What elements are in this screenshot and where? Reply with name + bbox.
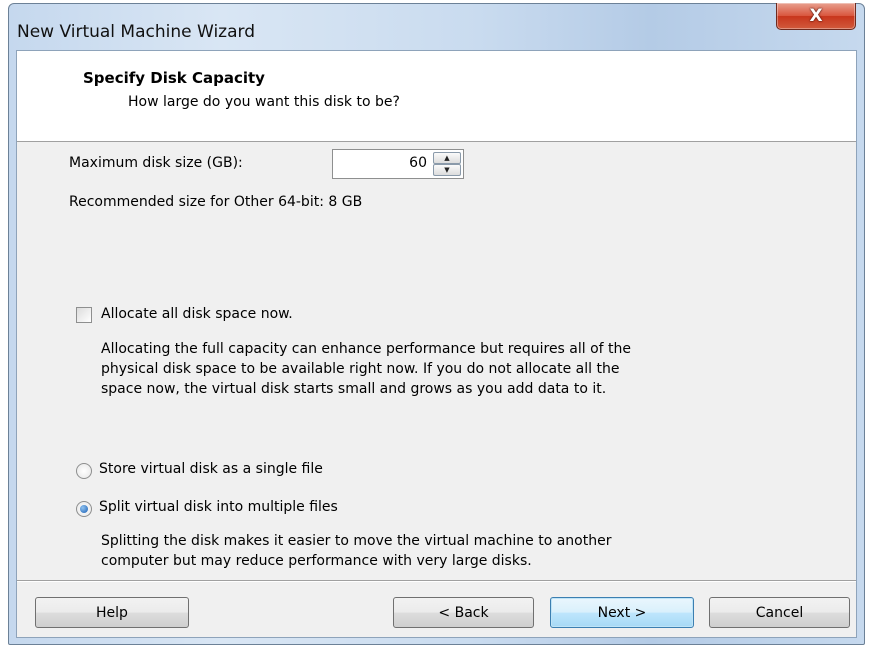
page-subtitle: How large do you want this disk to be? xyxy=(128,94,400,110)
disk-size-label: Maximum disk size (GB): xyxy=(69,155,243,171)
wizard-header: Specify Disk Capacity How large do you w… xyxy=(17,51,856,142)
cancel-button[interactable]: Cancel xyxy=(709,597,850,628)
recommended-size-text: Recommended size for Other 64-bit: 8 GB xyxy=(69,194,363,210)
back-button[interactable]: < Back xyxy=(393,597,534,628)
radio-selected-dot xyxy=(80,505,88,513)
stepper-up-icon[interactable]: ▲ xyxy=(433,152,461,164)
radio-multiple-files-label[interactable]: Split virtual disk into multiple files xyxy=(99,499,338,515)
close-icon: X xyxy=(809,6,823,26)
close-button[interactable]: X xyxy=(776,3,856,30)
page-title: Specify Disk Capacity xyxy=(83,69,265,87)
title-bar[interactable]: New Virtual Machine Wizard X xyxy=(9,3,864,50)
dialog-client-area: Specify Disk Capacity How large do you w… xyxy=(16,50,857,638)
footer-divider xyxy=(17,580,856,582)
allocate-description: Allocating the full capacity can enhance… xyxy=(101,341,632,397)
disk-size-value[interactable]: 60 xyxy=(409,155,427,171)
wizard-window: New Virtual Machine Wizard X Specify Dis… xyxy=(8,3,865,645)
window-title: New Virtual Machine Wizard xyxy=(17,22,255,42)
stepper-down-icon[interactable]: ▼ xyxy=(433,164,461,176)
stepper-arrows: ▲ ▼ xyxy=(433,152,461,176)
split-description: Splitting the disk makes it easier to mo… xyxy=(101,533,612,569)
help-button[interactable]: Help xyxy=(35,597,189,628)
radio-single-file[interactable] xyxy=(76,463,92,479)
disk-size-stepper[interactable]: 60 ▲ ▼ xyxy=(332,149,464,179)
radio-single-file-label[interactable]: Store virtual disk as a single file xyxy=(99,461,323,477)
radio-multiple-files[interactable] xyxy=(76,501,92,517)
next-button[interactable]: Next > xyxy=(550,597,694,628)
allocate-label[interactable]: Allocate all disk space now. xyxy=(101,306,293,322)
allocate-checkbox[interactable] xyxy=(76,307,92,323)
